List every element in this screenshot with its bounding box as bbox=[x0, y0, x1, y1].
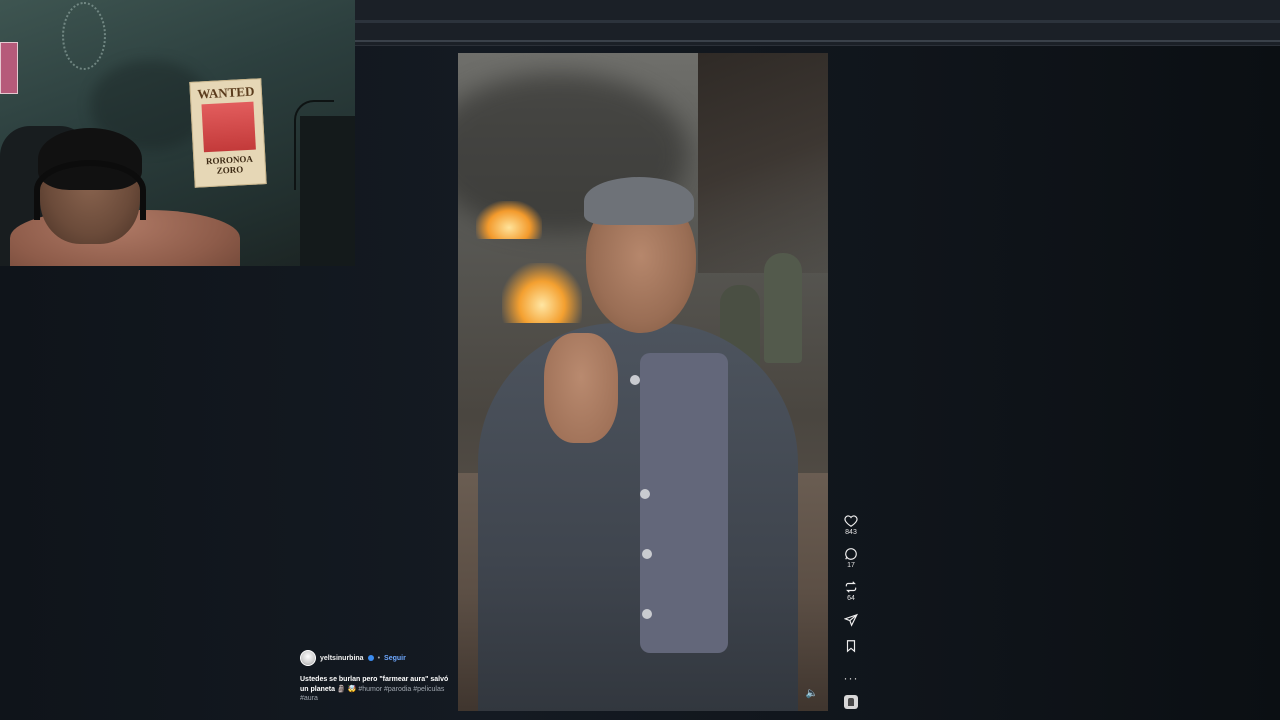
repost-button[interactable]: 64 bbox=[838, 580, 864, 613]
top-bar-divider bbox=[355, 20, 1280, 23]
jacket-button bbox=[642, 549, 652, 559]
wall-clock bbox=[62, 2, 106, 70]
author-row: yeltsinurbina • Seguir bbox=[300, 648, 450, 668]
more-options-button[interactable]: ··· bbox=[838, 665, 864, 691]
wanted-poster: WANTED RORONOA ZORO bbox=[189, 78, 267, 188]
comment-button[interactable]: 17 bbox=[838, 547, 864, 580]
speaker-icon[interactable]: 🔈 bbox=[806, 688, 818, 699]
repost-count: 64 bbox=[847, 595, 855, 602]
headset bbox=[34, 160, 146, 220]
jacket-button bbox=[630, 375, 640, 385]
pc-tower bbox=[300, 116, 355, 266]
video-wreckage bbox=[698, 53, 828, 273]
verified-badge-icon bbox=[367, 655, 374, 661]
comment-count: 17 bbox=[847, 562, 855, 569]
caption-emoji: 🗿 🤯 bbox=[336, 685, 357, 693]
video-man-hand bbox=[544, 333, 618, 443]
wanted-poster-photo bbox=[201, 101, 256, 153]
video-background-person bbox=[764, 253, 802, 363]
like-button[interactable]: 843 bbox=[838, 514, 864, 547]
video-fire bbox=[502, 263, 582, 323]
video-player[interactable]: 🔈 bbox=[458, 53, 828, 711]
bookmark-icon bbox=[846, 640, 856, 653]
video-man-shirt bbox=[640, 353, 728, 653]
top-bar-divider bbox=[355, 40, 1280, 42]
repost-icon bbox=[845, 581, 857, 593]
action-rail: 843 17 64 ··· bbox=[838, 514, 864, 709]
wanted-poster-name: RORONOA ZORO bbox=[205, 153, 254, 176]
separator-dot: • bbox=[377, 654, 381, 662]
wall-poster bbox=[0, 42, 18, 94]
browser-top-bar bbox=[355, 0, 1280, 46]
heart-icon bbox=[844, 515, 858, 527]
share-button[interactable] bbox=[838, 613, 864, 639]
jacket-button bbox=[640, 489, 650, 499]
send-icon bbox=[844, 613, 858, 627]
avatar[interactable] bbox=[300, 650, 316, 666]
video-fire bbox=[476, 201, 542, 239]
post-caption: yeltsinurbina • Seguir Ustedes se burlan… bbox=[300, 648, 450, 704]
follow-button[interactable]: Seguir bbox=[384, 655, 406, 662]
save-button[interactable] bbox=[838, 639, 864, 665]
author-username[interactable]: yeltsinurbina bbox=[320, 655, 364, 662]
audio-thumbnail[interactable] bbox=[844, 695, 858, 709]
comment-icon bbox=[845, 548, 857, 560]
video-man-cap bbox=[584, 177, 694, 225]
like-count: 843 bbox=[845, 529, 857, 536]
webcam-overlay: WANTED RORONOA ZORO bbox=[0, 0, 355, 266]
jacket-button bbox=[642, 609, 652, 619]
caption-text: Ustedes se burlan pero "farmear aura" sa… bbox=[300, 675, 450, 704]
hashtag-link[interactable]: #parodia bbox=[384, 686, 411, 693]
wanted-poster-title: WANTED bbox=[196, 83, 255, 102]
hashtag-link[interactable]: #aura bbox=[300, 695, 318, 702]
hashtag-link[interactable]: #humor bbox=[358, 686, 382, 693]
hashtag-link[interactable]: #peliculas bbox=[413, 686, 444, 693]
